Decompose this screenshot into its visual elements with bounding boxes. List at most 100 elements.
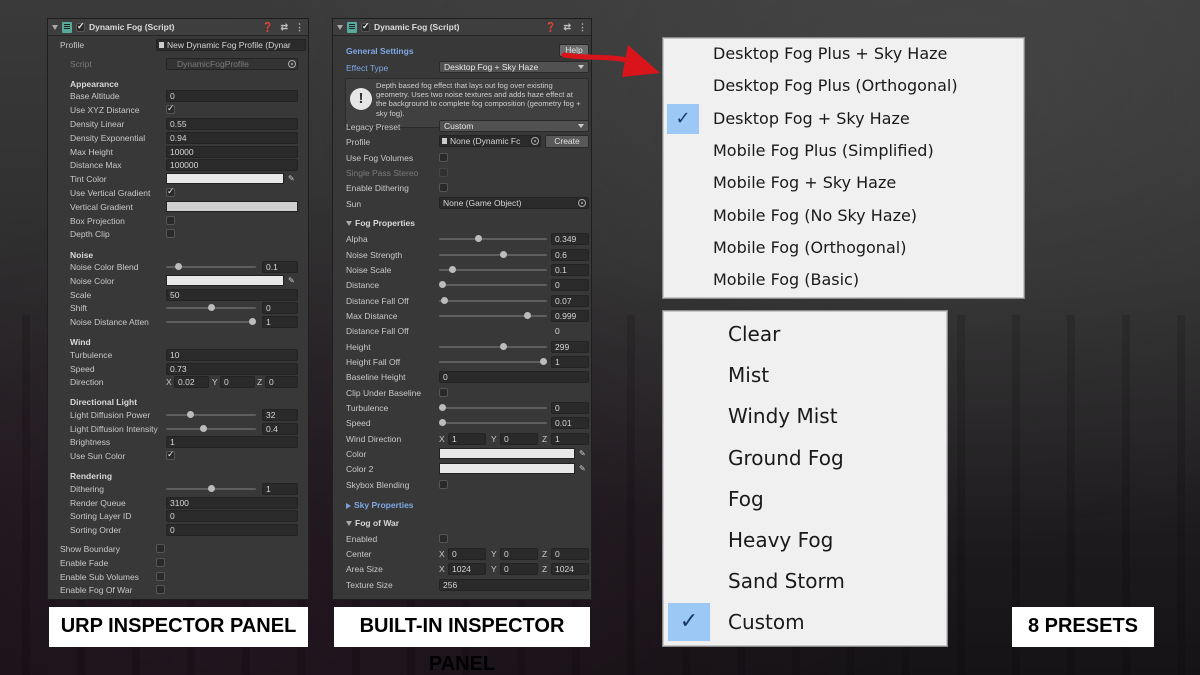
render-queue-field[interactable]: 3100 [166,497,298,509]
base-altitude-field[interactable]: 0 [166,90,298,102]
foldout-icon[interactable] [52,24,58,30]
color-swatch[interactable] [439,448,575,459]
area-x-field[interactable]: 1024 [448,563,486,575]
noise-strength-field[interactable]: 0.6 [551,249,589,261]
help-icon[interactable]: ❓ [262,22,273,33]
menu-item[interactable]: Mobile Fog + Sky Haze [664,167,1023,199]
brightness-field[interactable]: 1 [166,436,298,448]
dithering-field[interactable]: 1 [262,483,298,495]
height-slider[interactable] [439,341,547,353]
vertical-gradient-field[interactable] [166,201,298,212]
max-distance-slider[interactable] [439,310,547,322]
height-fall-off-field[interactable]: 1 [551,356,589,368]
density-exp-field[interactable]: 0.94 [166,132,298,144]
profile-field[interactable]: None (Dynamic Fc [439,135,541,147]
noise-color-swatch[interactable] [166,275,284,286]
distance-field[interactable]: 0 [551,279,589,291]
menu-item[interactable]: Ground Fog [664,438,946,479]
menu-item[interactable]: Custom [664,602,946,643]
component-header[interactable]: Dynamic Fog (Script) ❓⇄⋮ [48,19,308,36]
area-z-field[interactable]: 1024 [551,563,589,575]
light-diffusion-intensity-slider[interactable] [166,423,256,435]
component-enabled-checkbox[interactable] [361,21,370,32]
fog-of-war-enabled-checkbox[interactable] [439,534,448,543]
alpha-field[interactable]: 0.349 [551,233,589,245]
direction-z-field[interactable]: 0 [265,376,298,388]
create-button[interactable]: Create [545,135,589,148]
wind-y-field[interactable]: 0 [500,433,538,445]
menu-item[interactable]: Mobile Fog (No Sky Haze) [664,200,1023,232]
scale-field[interactable]: 50 [166,289,298,301]
help-icon[interactable]: ❓ [545,22,556,33]
fog-of-war-foldout[interactable]: Fog of War [346,518,399,528]
show-boundary-checkbox[interactable] [156,544,165,553]
preset-icon[interactable]: ⇄ [280,22,288,33]
distance-fall-off-slider[interactable] [439,295,547,307]
turbulence-slider[interactable] [439,402,547,414]
component-enabled-checkbox[interactable] [76,21,85,32]
menu-item[interactable]: Mobile Fog Plus (Simplified) [664,135,1023,167]
enable-fade-checkbox[interactable] [156,558,165,567]
noise-strength-slider[interactable] [439,249,547,261]
object-picker-icon[interactable] [578,199,586,207]
enable-sub-volumes-checkbox[interactable] [156,572,165,581]
use-xyz-checkbox[interactable] [166,103,175,114]
eyedropper-icon[interactable]: ✎ [579,449,588,458]
center-y-field[interactable]: 0 [500,548,538,560]
wind-z-field[interactable]: 1 [551,433,589,445]
sorting-layer-id-field[interactable]: 0 [166,510,298,522]
use-vertical-gradient-checkbox[interactable] [166,186,175,197]
menu-item[interactable]: Desktop Fog Plus (Orthogonal) [664,70,1023,102]
menu-item[interactable]: Desktop Fog Plus + Sky Haze [664,38,1023,70]
center-x-field[interactable]: 0 [448,548,486,560]
foldout-icon[interactable] [337,24,343,30]
menu-item[interactable]: Windy Mist [664,396,946,437]
height-field[interactable]: 299 [551,341,589,353]
sorting-order-field[interactable]: 0 [166,524,298,536]
baseline-height-field[interactable]: 0 [439,371,589,383]
fog-properties-foldout[interactable]: Fog Properties [346,218,415,228]
color-2-swatch[interactable] [439,463,575,474]
depth-clip-checkbox[interactable] [166,229,175,238]
speed-field[interactable]: 0.73 [166,363,298,375]
light-diffusion-power-field[interactable]: 32 [262,409,298,421]
eyedropper-icon[interactable]: ✎ [288,174,297,183]
distance-fall-off-2-field[interactable]: 0 [551,325,589,337]
dithering-slider[interactable] [166,483,256,495]
wind-x-field[interactable]: 1 [448,433,486,445]
direction-y-field[interactable]: 0 [220,376,255,388]
use-fog-volumes-checkbox[interactable] [439,153,448,162]
box-projection-checkbox[interactable] [166,216,175,225]
density-linear-field[interactable]: 0.55 [166,118,298,130]
enable-dithering-checkbox[interactable] [439,183,448,192]
object-picker-icon[interactable] [531,137,539,145]
legacy-preset-dropdown[interactable]: Custom [439,120,589,132]
distance-max-field[interactable]: 100000 [166,159,298,171]
menu-item[interactable]: Mobile Fog (Orthogonal) [664,232,1023,264]
noise-distance-atten-field[interactable]: 1 [262,316,298,328]
speed-slider[interactable] [439,417,547,429]
menu-item[interactable]: Desktop Fog + Sky Haze [664,103,1023,135]
tint-color-swatch[interactable] [166,173,284,184]
max-height-field[interactable]: 10000 [166,146,298,158]
max-distance-field[interactable]: 0.999 [551,310,589,322]
turbulence-field[interactable]: 10 [166,349,298,361]
menu-item[interactable]: Mist [664,355,946,396]
component-header[interactable]: Dynamic Fog (Script) ❓⇄⋮ [333,19,591,36]
profile-field[interactable]: New Dynamic Fog Profile (Dynar [156,39,306,51]
skybox-blending-checkbox[interactable] [439,480,448,489]
shift-slider[interactable] [166,302,256,314]
noise-distance-atten-slider[interactable] [166,316,256,328]
menu-item[interactable]: Heavy Fog [664,520,946,561]
general-settings-header[interactable]: General Settings [346,46,414,56]
noise-scale-slider[interactable] [439,264,547,276]
menu-item[interactable]: Fog [664,479,946,520]
menu-item[interactable]: Mobile Fog (Basic) [664,264,1023,296]
noise-color-blend-field[interactable]: 0.1 [262,261,298,273]
direction-x-field[interactable]: 0.02 [174,376,209,388]
light-diffusion-intensity-field[interactable]: 0.4 [262,423,298,435]
height-fall-off-slider[interactable] [439,356,547,368]
menu-item[interactable]: Clear [664,314,946,355]
sky-properties-foldout[interactable]: Sky Properties [346,500,414,510]
center-z-field[interactable]: 0 [551,548,589,560]
